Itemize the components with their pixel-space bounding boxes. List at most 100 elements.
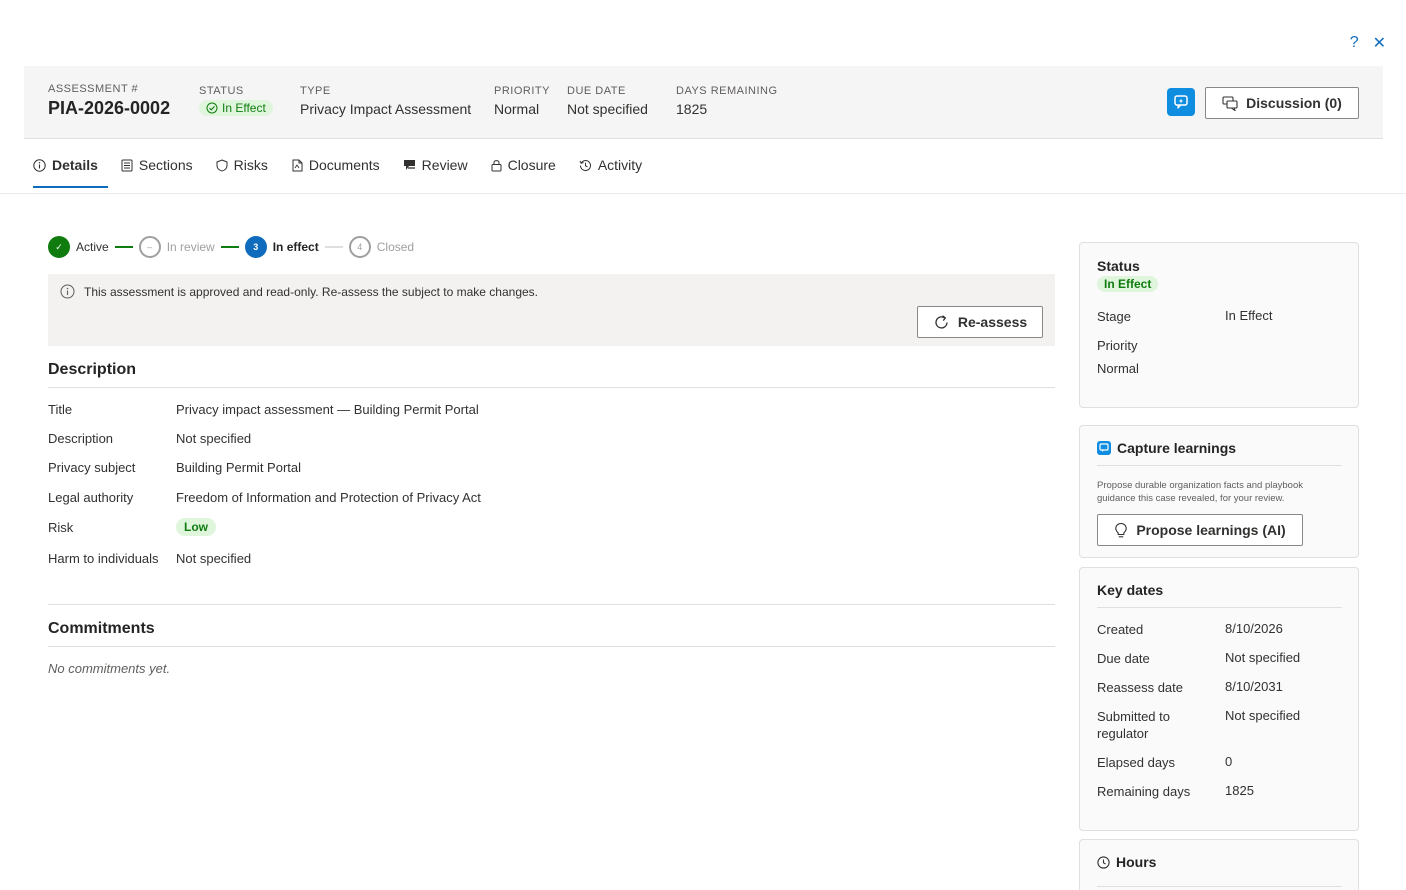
- sections-icon: [121, 159, 133, 171]
- step-closed: 4 Closed: [348, 236, 415, 258]
- date-label: Due date: [1097, 651, 1150, 666]
- step-label: In review: [166, 240, 215, 254]
- field-value: Privacy impact assessment — Building Per…: [176, 402, 479, 417]
- field-label: Legal authority: [48, 490, 134, 505]
- date-label: Elapsed days: [1097, 755, 1176, 770]
- tab-documents[interactable]: Documents: [282, 140, 394, 190]
- priority-field: PRIORITY Normal: [494, 85, 550, 117]
- status-card: Status In Effect Stage In Effect Priorit…: [1079, 242, 1359, 408]
- priority-value: Normal: [494, 101, 540, 117]
- remaining-days: 1825: [1225, 783, 1254, 798]
- field-title: Title Privacy impact assessment — Buildi…: [48, 402, 479, 417]
- tab-details[interactable]: Details: [24, 140, 112, 190]
- status-label: STATUS: [199, 85, 244, 97]
- days-remaining-field: DAYS REMAINING 1825: [676, 85, 778, 117]
- refresh-icon: [935, 314, 948, 328]
- reassess-label: Re-assess: [957, 314, 1028, 330]
- learnings-description: Propose durable organization facts and p…: [1097, 480, 1303, 504]
- step-skipped-icon: –: [138, 236, 161, 258]
- learnings-card-title: Capture learnings: [1097, 440, 1236, 456]
- description-heading: Description: [48, 361, 137, 378]
- step-number: 4: [348, 236, 371, 258]
- commitments-empty: No commitments yet.: [48, 661, 171, 676]
- step-label: Closed: [376, 240, 415, 254]
- section-divider: [48, 604, 1055, 605]
- hours-card: Hours: [1079, 839, 1359, 890]
- tab-sections[interactable]: Sections: [112, 140, 207, 190]
- card-divider: [1097, 607, 1342, 608]
- info-icon: [60, 284, 75, 299]
- ai-assistant-button[interactable]: [1167, 88, 1195, 116]
- status-card-badge: In Effect: [1097, 276, 1159, 292]
- key-dates-card: Key dates Created 8/10/2026 Due date Not…: [1079, 567, 1359, 831]
- field-label: Title: [48, 402, 73, 417]
- tab-activity[interactable]: Activity: [570, 140, 656, 190]
- field-label: Description: [48, 431, 114, 446]
- clock-icon: [1097, 855, 1110, 869]
- tab-review[interactable]: Review: [394, 140, 482, 190]
- tab-closure[interactable]: Closure: [482, 140, 570, 190]
- date-label: Remaining days: [1097, 784, 1191, 799]
- status-badge: In Effect: [199, 100, 273, 116]
- lock-icon: [491, 159, 502, 171]
- due-date-value: Not specified: [567, 101, 648, 117]
- submitted-date: Not specified: [1225, 708, 1301, 723]
- field-harm: Harm to individuals Not specified: [48, 551, 251, 566]
- tab-label: Details: [52, 157, 98, 173]
- date-label: Reassess date: [1097, 680, 1183, 695]
- field-legal-authority: Legal authority Freedom of Information a…: [48, 490, 481, 505]
- due-date-label: DUE DATE: [567, 85, 626, 97]
- notice-text: This assessment is approved and read-onl…: [84, 284, 539, 299]
- type-value: Privacy Impact Assessment: [300, 101, 472, 117]
- priority-label: Priority: [1097, 338, 1138, 353]
- field-label: Harm to individuals: [48, 551, 159, 566]
- propose-learnings-button[interactable]: Propose learnings (AI): [1097, 514, 1303, 546]
- reassess-date: 8/10/2031: [1225, 679, 1283, 694]
- assessment-number: PIA-2026-0002: [48, 98, 171, 118]
- description-divider: [48, 387, 1055, 388]
- status-card-title: Status: [1097, 258, 1140, 274]
- field-description: Description Not specified: [48, 431, 251, 446]
- card-divider: [1097, 886, 1342, 887]
- days-remaining-label: DAYS REMAINING: [676, 85, 778, 97]
- hours-title-text: Hours: [1116, 854, 1157, 870]
- tab-bar: Details Sections Risks Documents Review …: [24, 140, 656, 193]
- tab-label: Activity: [597, 157, 643, 173]
- stage-value: In Effect: [1225, 308, 1273, 323]
- discussion-button[interactable]: Discussion (0): [1205, 87, 1359, 119]
- step-connector: [220, 246, 239, 248]
- document-icon: [292, 159, 303, 171]
- field-label: Privacy subject: [48, 460, 136, 475]
- step-label: In effect: [272, 240, 319, 254]
- reassess-button[interactable]: Re-assess: [917, 306, 1043, 338]
- status-field: STATUS In Effect: [199, 85, 273, 117]
- tabs-divider: [0, 193, 1406, 194]
- close-icon[interactable]: ✕: [1373, 33, 1386, 53]
- tab-label: Sections: [138, 157, 193, 173]
- assessment-number-field: ASSESSMENT # PIA-2026-0002: [48, 83, 170, 119]
- field-privacy-subject: Privacy subject Building Permit Portal: [48, 460, 301, 475]
- step-label: Active: [76, 240, 109, 254]
- step-connector: [324, 246, 343, 248]
- learnings-card: Capture learnings Propose durable organi…: [1079, 425, 1359, 558]
- privacy-subject-link[interactable]: Building Permit Portal: [176, 460, 301, 475]
- chat-icon: [1222, 95, 1238, 111]
- discussion-button-label: Discussion (0): [1246, 95, 1342, 111]
- step-in-review: – In review: [138, 236, 215, 258]
- days-remaining-value: 1825: [676, 101, 708, 117]
- assessment-number-label: ASSESSMENT #: [48, 83, 139, 95]
- check-circle-icon: [206, 102, 218, 114]
- step-in-effect: 3 In effect: [244, 236, 319, 258]
- card-divider: [1097, 465, 1342, 466]
- help-icon[interactable]: ?: [1350, 34, 1359, 52]
- date-label: Submitted to regulator: [1097, 709, 1170, 741]
- tab-label: Documents: [308, 157, 380, 173]
- lightbulb-icon: [1115, 522, 1128, 537]
- type-field: TYPE Privacy Impact Assessment: [300, 85, 471, 117]
- tab-label: Closure: [507, 157, 556, 173]
- key-dates-title: Key dates: [1097, 582, 1164, 598]
- tab-risks[interactable]: Risks: [207, 140, 282, 190]
- tab-label: Risks: [233, 157, 268, 173]
- ai-chat-icon: [1174, 95, 1188, 110]
- created-date: 8/10/2026: [1225, 621, 1283, 636]
